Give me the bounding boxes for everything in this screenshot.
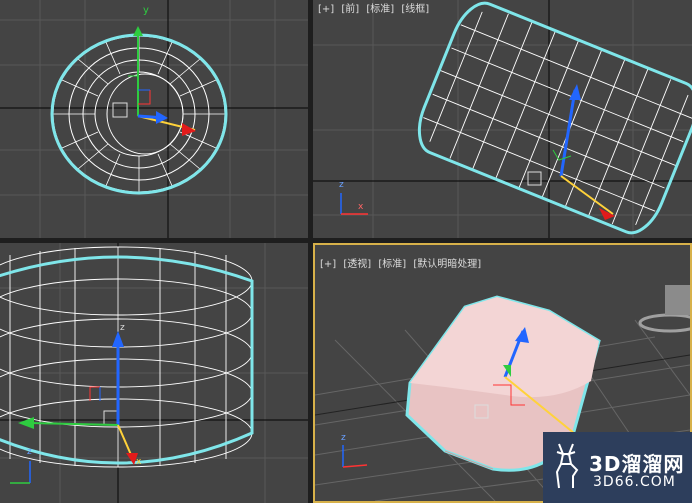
- persp-shading-menu[interactable]: [默认明暗处理]: [413, 259, 481, 270]
- viewport-front[interactable]: [+] [前] [标准] [线框] z x: [313, 0, 692, 238]
- left-axis-z: z: [27, 447, 32, 457]
- deer-logo-icon: [555, 443, 579, 489]
- persp-axis-z: z: [341, 433, 346, 443]
- persp-plus-menu[interactable]: [+]: [320, 259, 336, 270]
- persp-view-menu[interactable]: [透视]: [343, 259, 371, 270]
- left-viewport-canvas: [0, 243, 308, 503]
- front-standard-menu[interactable]: [标准]: [366, 4, 394, 15]
- left-axis-z-gizmo: z: [120, 323, 125, 333]
- top-viewport-canvas: [0, 0, 308, 238]
- axis-label-y-top: y: [143, 5, 149, 16]
- persp-standard-menu[interactable]: [标准]: [378, 259, 406, 270]
- viewport-left[interactable]: z x z: [0, 243, 308, 503]
- front-plus-menu[interactable]: [+]: [318, 4, 334, 15]
- watermark-url: 3D66.COM: [593, 474, 676, 490]
- front-viewport-menu: [+] [前] [标准] [线框]: [318, 0, 433, 15]
- front-axis-x: x: [358, 202, 364, 212]
- watermark-title: 3D溜溜网: [589, 452, 685, 476]
- front-view-menu[interactable]: [前]: [341, 4, 359, 15]
- watermark-logo: 3D溜溜网 3D66.COM: [543, 432, 692, 503]
- left-axis-x-gizmo: x: [136, 457, 142, 467]
- front-axis-z: z: [339, 180, 344, 190]
- perspective-viewport-menu: [+] [透视] [标准] [默认明暗处理]: [320, 255, 485, 270]
- front-shading-menu[interactable]: [线框]: [401, 4, 429, 15]
- viewport-top[interactable]: y: [0, 0, 308, 238]
- front-viewport-canvas: [313, 0, 692, 238]
